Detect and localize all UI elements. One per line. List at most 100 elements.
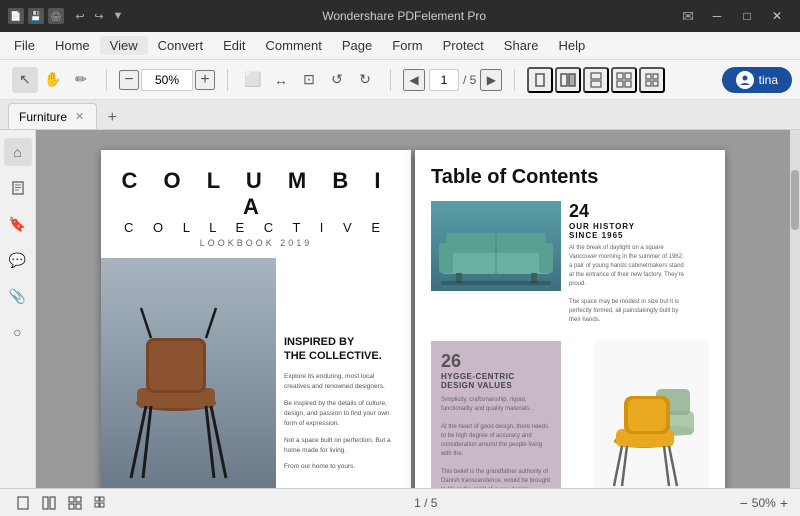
sidebar-tool-pages[interactable] xyxy=(4,174,32,202)
status-zoom-minus[interactable]: − xyxy=(740,495,748,511)
app-icon-3: 🖨 xyxy=(48,8,64,24)
document-view: C O L U M B I A C O L L E C T I V E LOOK… xyxy=(36,130,790,488)
mail-icon[interactable]: ✉ xyxy=(682,8,694,25)
view-mode-buttons xyxy=(523,67,669,93)
status-zoom: − 50% + xyxy=(740,495,788,511)
app-icon-1: 📄 xyxy=(8,8,24,24)
toc-section-2-right xyxy=(561,341,709,488)
prev-page-button[interactable]: ◀ xyxy=(403,69,425,91)
maximize-button[interactable]: □ xyxy=(732,0,762,32)
toolbar: ↖ ✋ ✏ − 50% + ⬜ ↔ ⊡ ↺ ↻ ◀ 1 / 5 ▶ xyxy=(0,60,800,100)
status-page-info: 1 / 5 xyxy=(112,496,740,510)
menu-edit[interactable]: Edit xyxy=(213,36,255,55)
status-page: 1 / 5 xyxy=(414,496,437,510)
chair-svg xyxy=(101,258,276,488)
single-page-icon xyxy=(532,72,548,88)
page-nav: ◀ 1 / 5 ▶ xyxy=(399,69,506,91)
sofa-svg xyxy=(431,201,561,291)
single-page-button[interactable] xyxy=(527,67,553,93)
hand-tool-button[interactable]: ✋ xyxy=(40,67,66,93)
menu-page[interactable]: Page xyxy=(332,36,382,55)
right-scrollbar[interactable] xyxy=(790,130,800,488)
tab-bar: Furniture ✕ + xyxy=(0,100,800,130)
menu-form[interactable]: Form xyxy=(382,36,432,55)
toc-section-2-text: Simplicity, craftsmanship, rigour, funct… xyxy=(441,396,551,488)
menu-home[interactable]: Home xyxy=(45,36,100,55)
zoom-out-button[interactable]: − xyxy=(119,70,139,90)
menu-protect[interactable]: Protect xyxy=(433,36,494,55)
toc-num-1: 24 xyxy=(569,201,684,222)
menu-share[interactable]: Share xyxy=(494,36,549,55)
full-page-button[interactable] xyxy=(639,67,665,93)
grid-view-button[interactable] xyxy=(611,67,637,93)
zoom-display[interactable]: 50% xyxy=(141,69,193,91)
menu-help[interactable]: Help xyxy=(549,36,596,55)
main-area: ⌂ 🔖 💬 📎 ○ C O L U M B I A C O L L E C T … xyxy=(0,130,800,488)
status-bar: 1 / 5 − 50% + xyxy=(0,488,800,516)
toc-section-1-text: At the break of daylight on a square Van… xyxy=(569,244,684,325)
collective-title: C O L L E C T I V E xyxy=(117,220,395,235)
status-view-2[interactable] xyxy=(38,492,60,514)
select-tool-button[interactable]: ↖ xyxy=(12,67,38,93)
sidebar-tool-attachments[interactable]: 📎 xyxy=(4,282,32,310)
sidebar-tool-comments[interactable]: 💬 xyxy=(4,246,32,274)
page-input[interactable]: 1 xyxy=(429,69,459,91)
scrollbar-thumb[interactable] xyxy=(791,170,799,230)
tab-close-button[interactable]: ✕ xyxy=(73,109,86,124)
zoom-in-button[interactable]: + xyxy=(195,70,215,90)
menu-convert[interactable]: Convert xyxy=(148,36,214,55)
toc-section-1: 24 OUR HISTORYSINCE 1965 At the break of… xyxy=(431,201,709,331)
toolbar-sep-3 xyxy=(390,69,391,91)
left-sidebar: ⌂ 🔖 💬 📎 ○ xyxy=(0,130,36,488)
status-right: − 50% + xyxy=(740,495,788,511)
status-view-3[interactable] xyxy=(64,492,86,514)
toolbar-sep-2 xyxy=(227,69,228,91)
fit-page-button[interactable]: ⬜ xyxy=(240,67,266,93)
rotate-left-button[interactable]: ↺ xyxy=(324,67,350,93)
annotation-tool-button[interactable]: ✏ xyxy=(68,67,94,93)
status-view-1[interactable] xyxy=(12,492,34,514)
toc-section-2: 26 HYGGE-CENTRICDESIGN VALUES Simplicity… xyxy=(431,341,709,488)
redo-icon[interactable]: ↪ xyxy=(91,8,107,24)
toc-section-2-left: 26 HYGGE-CENTRICDESIGN VALUES Simplicity… xyxy=(431,341,561,488)
inspired-p4: From our home to yours. xyxy=(284,462,399,472)
dropdown-icon[interactable]: ▼ xyxy=(110,8,126,24)
app-icons: 📄 💾 🖨 ↩ ↪ ▼ xyxy=(8,8,126,24)
menu-comment[interactable]: Comment xyxy=(256,36,332,55)
title-bar-right: ✉ ─ □ ✕ xyxy=(682,0,792,32)
rotate-right-button[interactable]: ↻ xyxy=(352,67,378,93)
two-page-button[interactable] xyxy=(555,67,581,93)
toc-section-1-title: OUR HISTORYSINCE 1965 xyxy=(569,222,684,240)
scroll-view-button[interactable] xyxy=(583,67,609,93)
new-tab-button[interactable]: + xyxy=(101,107,123,129)
sidebar-tool-home[interactable]: ⌂ xyxy=(4,138,32,166)
page-left-main: INSPIRED BYTHE COLLECTIVE. Explore its e… xyxy=(101,258,411,488)
title-bar-left: 📄 💾 🖨 ↩ ↪ ▼ xyxy=(8,8,126,24)
toc-title: Table of Contents xyxy=(431,166,709,189)
sofa-image xyxy=(431,201,561,291)
window-title: Wondershare PDFelement Pro xyxy=(126,9,682,23)
toc-section-1-info: 24 OUR HISTORYSINCE 1965 At the break of… xyxy=(569,201,684,325)
next-page-button[interactable]: ▶ xyxy=(480,69,502,91)
minimize-button[interactable]: ─ xyxy=(702,0,732,32)
sidebar-tool-circle[interactable]: ○ xyxy=(4,318,32,346)
close-button[interactable]: ✕ xyxy=(762,0,792,32)
inspired-heading: INSPIRED BYTHE COLLECTIVE. xyxy=(284,335,399,364)
inspired-p1: Explore its enduring, most local creativ… xyxy=(284,372,399,393)
menu-bar: File Home View Convert Edit Comment Page… xyxy=(0,32,800,60)
fit-width-button[interactable]: ↔ xyxy=(268,67,294,93)
menu-view[interactable]: View xyxy=(100,36,148,55)
toc-num-2: 26 xyxy=(441,351,551,372)
toc-section-1-content: 24 OUR HISTORYSINCE 1965 At the break of… xyxy=(431,201,709,325)
toolbar-sep-4 xyxy=(514,69,515,91)
menu-file[interactable]: File xyxy=(4,36,45,55)
status-view-4[interactable] xyxy=(90,492,112,514)
yellow-chair-svg xyxy=(594,341,709,488)
full-page-icon xyxy=(644,72,660,88)
sidebar-tool-bookmarks[interactable]: 🔖 xyxy=(4,210,32,238)
actual-size-button[interactable]: ⊡ xyxy=(296,67,322,93)
tab-furniture[interactable]: Furniture ✕ xyxy=(8,103,97,129)
user-button[interactable]: tina xyxy=(722,67,792,93)
undo-icon[interactable]: ↩ xyxy=(72,8,88,24)
status-zoom-plus[interactable]: + xyxy=(780,495,788,511)
